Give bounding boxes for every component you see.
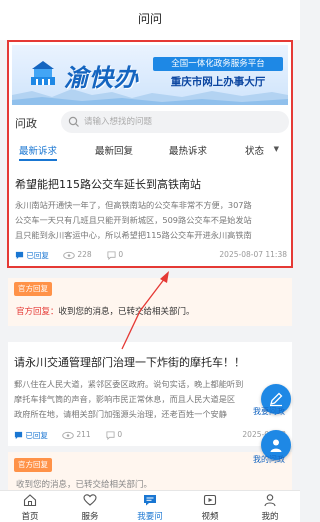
page-title: 问问 xyxy=(137,12,162,26)
official-reply-tag: 官方回复 xyxy=(14,458,52,472)
post-body-line: 且只能到永川客运中心，所以希望把115路公交车开进永川高铁南 xyxy=(15,230,252,240)
official-reply-content: 收到您的消息，已转交给相关部门。 xyxy=(58,307,195,317)
post-card[interactable]: 希望能把115路公交车延长到高铁南站 永川南站开通快一年了，但高铁南站的公交车非… xyxy=(9,166,291,266)
nav-label: 服务 xyxy=(81,512,99,522)
active-tab-indicator xyxy=(19,159,57,161)
tab-latest-replies[interactable]: 最新回复 xyxy=(95,143,133,157)
comment-count-value: 0 xyxy=(118,250,124,259)
tab-latest-requests[interactable]: 最新诉求 xyxy=(19,143,57,157)
banner-logo: 渝快办 xyxy=(64,64,139,92)
tab-hottest-requests[interactable]: 最热诉求 xyxy=(169,143,207,157)
nav-home[interactable]: 首页 xyxy=(0,491,60,522)
home-icon xyxy=(23,494,37,507)
view-count-value: 211 xyxy=(76,430,91,439)
bottom-navigation: 首页 服务 我要问 视频 我的 xyxy=(0,490,300,522)
comment-icon xyxy=(107,250,116,260)
comment-count-value: 0 xyxy=(117,430,123,439)
post-body-line: 政府所在地，请相关部门加强源头治理，还老百姓一个安静 xyxy=(14,409,227,419)
nav-video[interactable]: 视频 xyxy=(180,491,240,522)
pen-icon xyxy=(270,392,283,407)
ask-question-label[interactable]: 我要问政 xyxy=(253,406,285,417)
post-body: 永川南站开通快一年了，但高铁南站的公交车非常不方便，307路 公交车一天只有几班… xyxy=(15,198,291,243)
status-badge: 已回复 xyxy=(15,250,49,261)
profile-icon xyxy=(264,494,276,507)
search-input[interactable] xyxy=(84,111,279,133)
search-label: 问政 xyxy=(15,117,37,130)
official-reply-text: 收到您的消息，已转交给相关部门。 xyxy=(16,480,153,490)
status-text: 已回复 xyxy=(25,431,48,440)
comment-icon xyxy=(106,430,115,440)
highlighted-region: 渝快办 全国一体化政务服务平台 重庆市网上办事大厅 问政 最新诉求 最新回复 最… xyxy=(7,40,293,268)
post-body-line: 公交车一天只有几班且只能开到新城区，509路公交车不是始发站 xyxy=(15,215,252,225)
message-icon xyxy=(14,431,23,440)
view-count: 211 xyxy=(62,430,91,440)
status-text: 已回复 xyxy=(26,251,49,260)
search-icon xyxy=(68,116,79,127)
filter-tabs: 最新诉求 最新回复 最热诉求 状态 ▼ xyxy=(9,139,291,163)
banner-main-title: 重庆市网上办事大厅 xyxy=(170,76,266,88)
post-body-line: 郵八住在人民大道，紧邻区委区政府。说句实话，晚上都能听到 xyxy=(14,379,244,389)
comment-count: 0 xyxy=(106,430,122,440)
nav-label: 我的 xyxy=(261,512,279,522)
chat-icon xyxy=(144,495,156,506)
official-reply-text: 官方回复：收到您的消息，已转交给相关部门。 xyxy=(16,305,195,317)
post-body-line: 摩托车排气筒的声音，影响市民正常休息，而且人民大道是区 xyxy=(14,394,236,404)
eye-icon xyxy=(63,251,75,259)
view-count: 228 xyxy=(63,250,92,260)
tab-status-filter[interactable]: 状态 xyxy=(245,143,264,157)
top-bar: 问问 xyxy=(0,0,300,40)
banner-subtitle: 全国一体化政务服务平台 xyxy=(153,57,283,71)
video-icon xyxy=(203,494,217,506)
search-row: 问政 xyxy=(9,109,291,135)
view-count-value: 228 xyxy=(77,250,92,259)
post-body: 郵八住在人民大道，紧邻区委区政府。说句实话，晚上都能听到 摩托车排气筒的声音，影… xyxy=(14,377,290,422)
status-badge: 已回复 xyxy=(14,430,48,441)
post-title: 请永川交通管理部门治理一下炸街的摩托车！！ xyxy=(14,356,245,369)
nav-label: 首页 xyxy=(21,512,39,522)
nav-services[interactable]: 服务 xyxy=(60,491,120,522)
post-meta: 已回复 228 0 2025-08-07 11:38 xyxy=(15,250,291,262)
official-reply[interactable]: 官方回复 收到您的消息，已转交给相关部门。 xyxy=(8,452,292,490)
official-reply-prefix: 官方回复： xyxy=(16,307,59,317)
eye-icon xyxy=(62,431,74,439)
search-box[interactable] xyxy=(61,111,289,133)
post-title: 希望能把115路公交车延长到高铁南站 xyxy=(15,178,201,191)
my-questions-label[interactable]: 我的问政 xyxy=(253,454,285,465)
chevron-down-icon[interactable]: ▼ xyxy=(274,145,279,153)
heart-icon xyxy=(83,494,97,506)
nav-label: 我要问 xyxy=(137,512,163,522)
nav-ask[interactable]: 我要问 xyxy=(120,491,180,522)
post-date: 2025-08-07 11:38 xyxy=(219,250,287,259)
post-card[interactable]: 请永川交通管理部门治理一下炸街的摩托车！！ 郵八住在人民大道，紧邻区委区政府。说… xyxy=(8,342,292,446)
user-icon xyxy=(270,439,282,452)
building-emblem-icon xyxy=(31,61,55,85)
official-reply[interactable]: 官方回复 官方回复：收到您的消息，已转交给相关部门。 xyxy=(8,278,292,326)
banner[interactable]: 渝快办 全国一体化政务服务平台 重庆市网上办事大厅 xyxy=(12,45,288,105)
message-icon xyxy=(15,251,24,260)
comment-count: 0 xyxy=(107,250,123,260)
official-reply-tag: 官方回复 xyxy=(14,282,52,296)
nav-profile[interactable]: 我的 xyxy=(240,491,300,522)
nav-label: 视频 xyxy=(201,512,219,522)
post-meta: 已回复 211 0 2025-06-13 xyxy=(14,430,290,442)
post-body-line: 永川南站开通快一年了，但高铁南站的公交车非常不方便，307路 xyxy=(15,200,252,210)
